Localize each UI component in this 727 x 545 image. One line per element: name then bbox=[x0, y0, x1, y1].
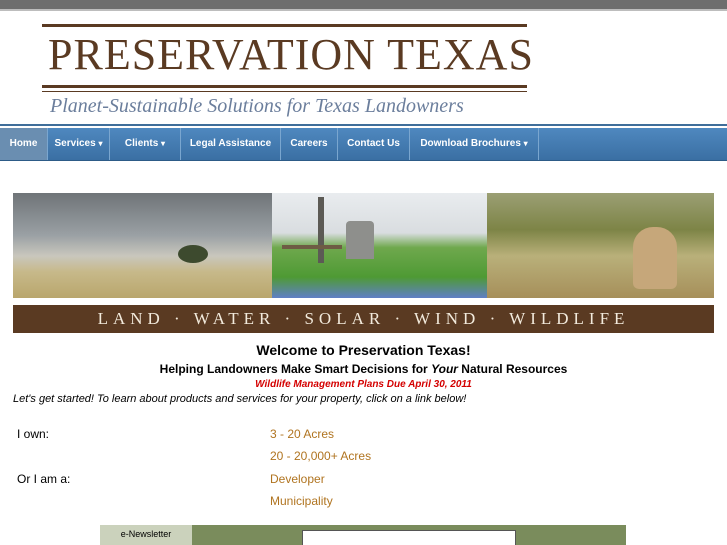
nav-services[interactable]: Services ▾ bbox=[48, 128, 110, 160]
subtitle-suffix: Natural Resources bbox=[457, 362, 568, 376]
subtitle-emphasis: Your bbox=[431, 362, 458, 376]
nav-services-label: Services bbox=[54, 138, 96, 149]
logo-bottom-thin-rule bbox=[42, 91, 527, 92]
logo-top-rule bbox=[42, 24, 527, 27]
nav-home[interactable]: Home bbox=[0, 128, 48, 160]
alert-notice: Wildlife Management Plans Due April 30, … bbox=[255, 379, 472, 390]
site-header: PRESERVATION TEXAS Planet-Sustainable So… bbox=[0, 11, 727, 124]
nav-home-label: Home bbox=[9, 138, 38, 149]
chevron-down-icon: ▾ bbox=[161, 139, 166, 148]
site-tagline: Planet-Sustainable Solutions for Texas L… bbox=[50, 95, 464, 117]
tree-shape bbox=[178, 245, 208, 263]
hero-banner: LAND · WATER · SOLAR · WIND · WILDLIFE bbox=[13, 193, 714, 333]
intro-text: Let's get started! To learn about produc… bbox=[13, 393, 467, 405]
water-tank-shape bbox=[346, 221, 374, 259]
banner-tagline-band: LAND · WATER · SOLAR · WIND · WILDLIFE bbox=[13, 305, 714, 333]
link-developer[interactable]: Developer bbox=[270, 472, 325, 486]
browser-top-bar bbox=[0, 0, 727, 11]
nav-download-brochures-label: Download Brochures bbox=[420, 138, 521, 149]
banner-ranch-scene bbox=[13, 193, 272, 298]
link-3-20-acres[interactable]: 3 - 20 Acres bbox=[270, 427, 334, 441]
nav-clients-label: Clients bbox=[124, 138, 159, 149]
subtitle-heading: Helping Landowners Make Smart Decisions … bbox=[0, 362, 727, 376]
nav-download-brochures[interactable]: Download Brochures ▾ bbox=[410, 128, 539, 160]
banner-deer-scene bbox=[487, 193, 714, 298]
link-municipality[interactable]: Municipality bbox=[270, 494, 333, 508]
windmill-shape bbox=[318, 197, 324, 263]
nav-legal-assistance[interactable]: Legal Assistance bbox=[181, 128, 281, 160]
role-label: Or I am a: bbox=[17, 472, 71, 486]
site-logo-title[interactable]: PRESERVATION TEXAS bbox=[48, 33, 533, 77]
subtitle-prefix: Helping Landowners Make Smart Decisions … bbox=[159, 362, 432, 376]
own-label: I own: bbox=[17, 427, 50, 441]
nav-careers-label: Careers bbox=[290, 138, 328, 149]
fence-shape bbox=[282, 245, 342, 249]
main-nav: Home Services ▾ Clients ▾ Legal Assistan… bbox=[0, 128, 727, 161]
deer-shape bbox=[633, 227, 677, 289]
logo-bottom-rule bbox=[42, 85, 527, 88]
chevron-down-icon: ▾ bbox=[98, 139, 103, 148]
link-20-20000-acres[interactable]: 20 - 20,000+ Acres bbox=[270, 449, 371, 463]
nav-careers[interactable]: Careers bbox=[281, 128, 338, 160]
newsletter-label: e-Newsletter bbox=[100, 525, 192, 545]
newsletter-email-input[interactable] bbox=[302, 530, 516, 545]
banner-windmill-scene bbox=[272, 193, 487, 298]
nav-clients[interactable]: Clients ▾ bbox=[110, 128, 181, 160]
welcome-heading: Welcome to Preservation Texas! bbox=[256, 342, 471, 358]
nav-contact-us[interactable]: Contact Us bbox=[338, 128, 410, 160]
nav-top-line bbox=[0, 124, 727, 126]
nav-contact-us-label: Contact Us bbox=[347, 138, 400, 149]
chevron-down-icon: ▾ bbox=[523, 139, 528, 148]
nav-legal-assistance-label: Legal Assistance bbox=[189, 138, 272, 149]
